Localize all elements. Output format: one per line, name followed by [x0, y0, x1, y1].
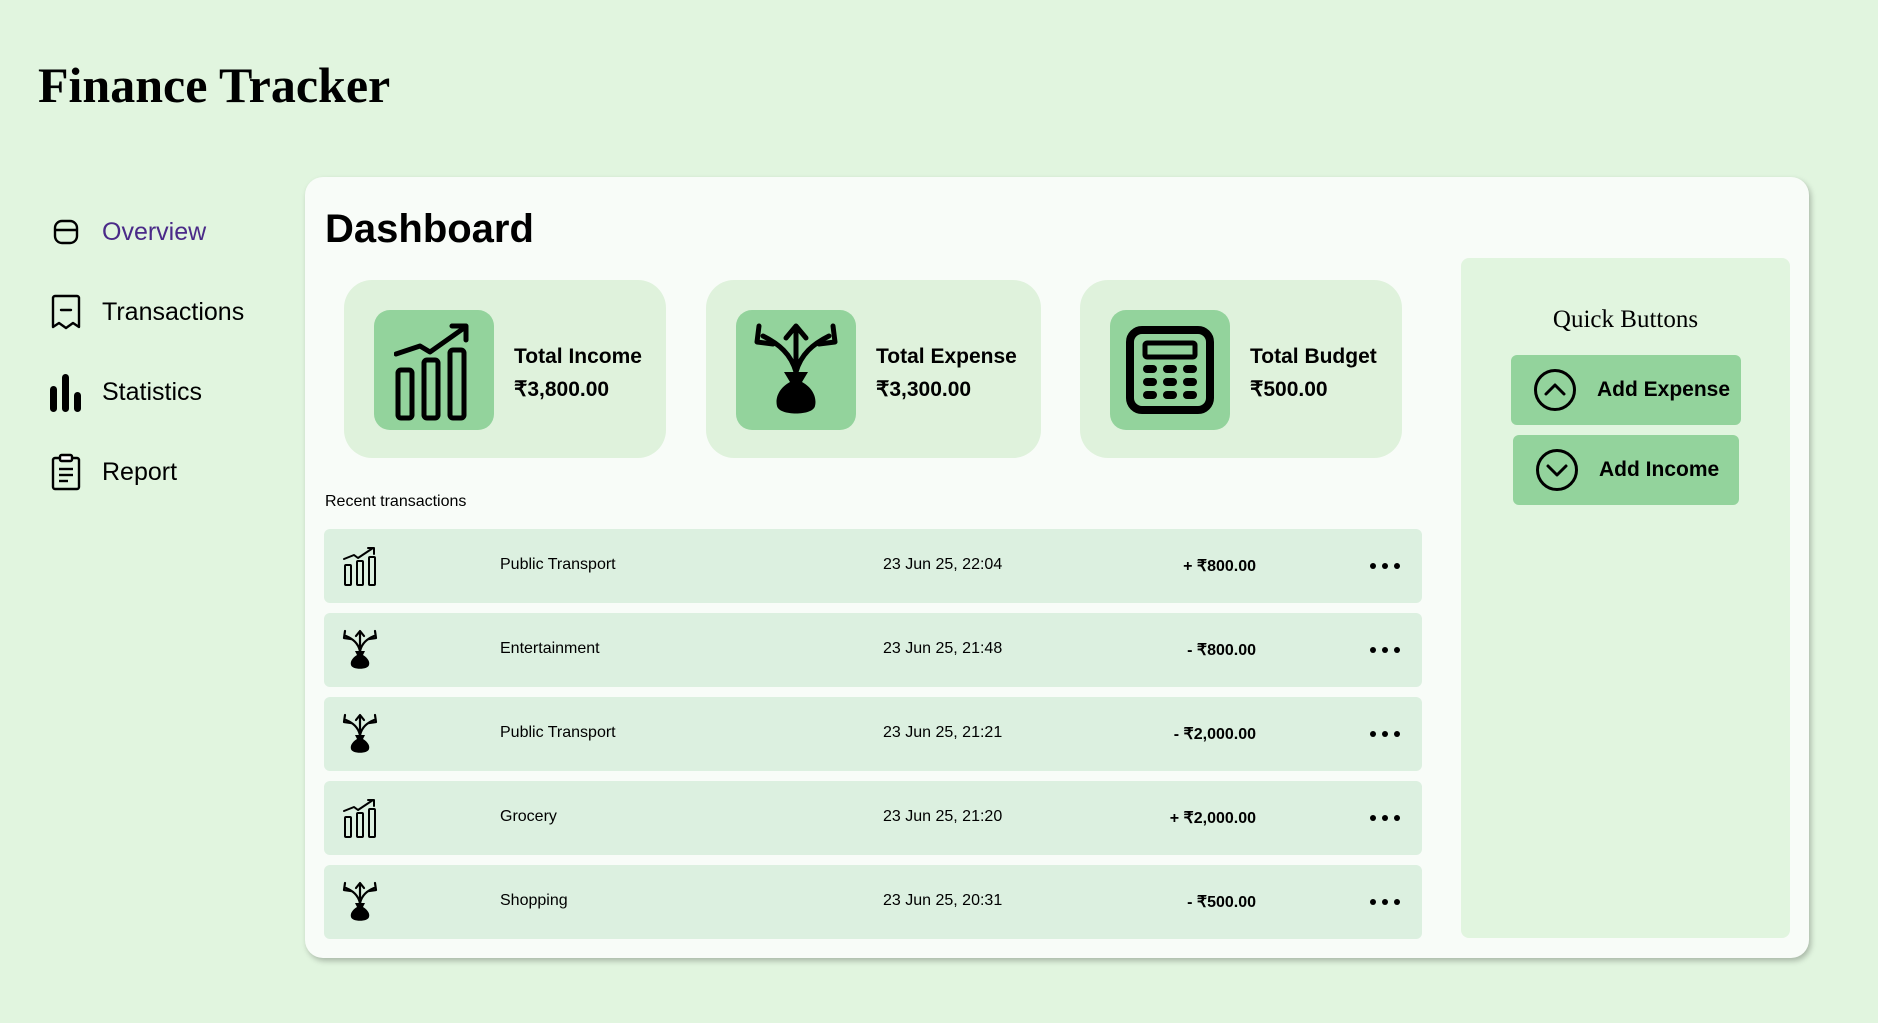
- stat-label: Total Expense: [876, 345, 1017, 368]
- table-row[interactable]: Public Transport 23 Jun 25, 21:21 - ₹2,0…: [324, 697, 1422, 771]
- calculator-icon: [1110, 310, 1230, 430]
- more-options-icon[interactable]: [1368, 631, 1402, 669]
- income-chart-icon: [342, 545, 378, 587]
- transaction-date: 23 Jun 25, 20:31: [883, 892, 1003, 909]
- transaction-date: 23 Jun 25, 21:21: [883, 724, 1003, 741]
- money-bag-arrows-icon: [342, 713, 378, 755]
- sidebar-item-label: Report: [102, 457, 178, 486]
- sidebar-item-label: Statistics: [102, 377, 203, 406]
- transaction-date: 23 Jun 25, 22:04: [883, 556, 1003, 573]
- money-bag-arrows-icon: [736, 310, 856, 430]
- sidebar-item-overview[interactable]: Overview: [48, 192, 288, 272]
- income-chart-icon: [374, 310, 494, 430]
- sidebar: Overview Transactions Statistics Report: [48, 192, 288, 512]
- sidebar-item-statistics[interactable]: Statistics: [48, 352, 288, 432]
- transaction-amount: - ₹2,000.00: [1173, 726, 1256, 743]
- table-row[interactable]: Grocery 23 Jun 25, 21:20 + ₹2,000.00: [324, 781, 1422, 855]
- add-expense-label: Add Expense: [1597, 378, 1731, 401]
- bar-chart-icon: [48, 372, 84, 412]
- transactions-list: Public Transport 23 Jun 25, 22:04 + ₹800…: [324, 529, 1422, 949]
- transaction-category: Shopping: [500, 892, 568, 909]
- page-title: Dashboard: [325, 207, 534, 251]
- transaction-date: 23 Jun 25, 21:48: [883, 640, 1003, 657]
- stat-label: Total Budget: [1250, 345, 1377, 368]
- table-row[interactable]: Entertainment 23 Jun 25, 21:48 - ₹800.00: [324, 613, 1422, 687]
- chevron-down-circle-icon: [1535, 448, 1579, 492]
- overview-icon: [48, 212, 84, 252]
- transaction-category: Public Transport: [500, 724, 616, 741]
- stat-value: ₹3,800.00: [514, 378, 610, 401]
- transaction-amount: + ₹2,000.00: [1169, 810, 1256, 827]
- stat-value: ₹500.00: [1250, 378, 1328, 401]
- money-bag-arrows-icon: [342, 881, 378, 923]
- add-income-label: Add Income: [1599, 458, 1720, 481]
- sidebar-item-report[interactable]: Report: [48, 432, 288, 512]
- stat-card-income: Total Income ₹3,800.00: [344, 280, 666, 458]
- stat-value: ₹3,300.00: [876, 378, 972, 401]
- transaction-category: Public Transport: [500, 556, 616, 573]
- quick-buttons-title: Quick Buttons: [1552, 306, 1699, 333]
- app-title: Finance Tracker: [38, 57, 391, 113]
- sidebar-item-label: Transactions: [102, 297, 245, 326]
- transaction-category: Grocery: [500, 808, 557, 825]
- stat-card-expense: Total Expense ₹3,300.00: [706, 280, 1041, 458]
- receipt-icon: [48, 292, 84, 332]
- add-income-button[interactable]: Add Income: [1513, 435, 1739, 505]
- transaction-date: 23 Jun 25, 21:20: [883, 808, 1003, 825]
- transaction-category: Entertainment: [500, 640, 600, 657]
- income-chart-icon: [342, 797, 378, 839]
- more-options-icon[interactable]: [1368, 715, 1402, 753]
- more-options-icon[interactable]: [1368, 799, 1402, 837]
- add-expense-button[interactable]: Add Expense: [1511, 355, 1741, 425]
- table-row[interactable]: Public Transport 23 Jun 25, 22:04 + ₹800…: [324, 529, 1422, 603]
- sidebar-item-label: Overview: [102, 217, 207, 246]
- dashboard-card: Dashboard Total Income ₹3,800.00 Total E…: [305, 177, 1809, 958]
- transaction-amount: - ₹800.00: [1187, 642, 1256, 659]
- recent-transactions-label: Recent transactions: [325, 493, 467, 510]
- clipboard-icon: [48, 452, 84, 492]
- transaction-amount: - ₹500.00: [1187, 894, 1256, 911]
- more-options-icon[interactable]: [1368, 547, 1402, 585]
- stat-card-budget: Total Budget ₹500.00: [1080, 280, 1402, 458]
- sidebar-item-transactions[interactable]: Transactions: [48, 272, 288, 352]
- quick-buttons-panel: Quick Buttons Add Expense Add Income: [1461, 258, 1790, 938]
- table-row[interactable]: Shopping 23 Jun 25, 20:31 - ₹500.00: [324, 865, 1422, 939]
- money-bag-arrows-icon: [342, 629, 378, 671]
- chevron-up-circle-icon: [1533, 368, 1577, 412]
- transaction-amount: + ₹800.00: [1183, 558, 1256, 575]
- stat-label: Total Income: [514, 345, 642, 368]
- more-options-icon[interactable]: [1368, 883, 1402, 921]
